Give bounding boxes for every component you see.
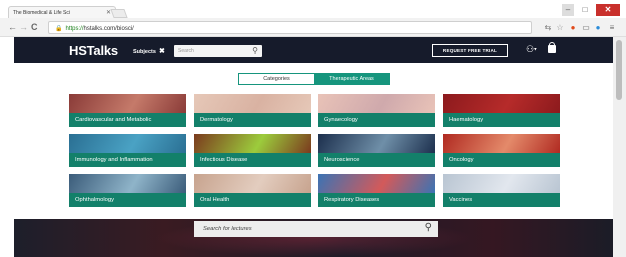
print-icon[interactable]: ▭ [581,23,591,33]
area-tile-gynaecology[interactable]: Gynaecology [318,94,435,127]
tab-strip: The Biomedical & Life Sci ✕ – □ ✕ [0,0,626,18]
vaccines-image [443,174,560,193]
back-arrow-icon[interactable]: ← [8,22,17,32]
search-icon[interactable]: ⚲ [425,222,432,233]
webpage: HSTalks Subjects ✖ Search ⚲ REQUEST FREE … [14,37,613,257]
area-label: Gynaecology [318,113,435,127]
translate-icon[interactable]: ⇆ [543,23,553,33]
haematology-image [443,94,560,113]
dermatology-image [194,94,311,113]
tab-title: The Biomedical & Life Sci [13,10,70,16]
header-search-input[interactable]: Search ⚲ [174,45,262,57]
immunology-image [69,134,186,153]
oral-health-image [194,174,311,193]
address-bar[interactable]: 🔒 https://hstalks.com/biosci/ [48,21,532,34]
opera-icon[interactable]: ● [568,23,578,33]
forward-arrow-icon[interactable]: → [19,22,28,32]
area-tile-haematology[interactable]: Haematology [443,94,560,127]
area-tile-ophthalmology[interactable]: Ophthalmology [69,174,186,207]
url-path: hstalks.com/biosci/ [83,26,134,32]
gynaecology-image [318,94,435,113]
skype-icon[interactable]: ● [593,23,603,33]
lecture-search-input[interactable]: Search for lectures ⚲ [194,221,438,237]
respiratory-image [318,174,435,193]
reload-icon[interactable]: C [31,22,38,32]
cardiovascular-image [69,94,186,113]
url-scheme: https:// [65,26,84,32]
area-label: Neuroscience [318,153,435,167]
maximize-button[interactable]: □ [578,4,592,16]
area-label: Haematology [443,113,560,127]
area-label: Respiratory Diseases [318,193,435,207]
header-search-placeholder: Search [178,48,194,54]
area-tile-cardiovascular[interactable]: Cardiovascular and Metabolic [69,94,186,127]
scrollbar-thumb[interactable] [616,40,622,100]
tab-therapeutic-areas[interactable]: Therapeutic Areas [314,74,389,84]
area-label: Immunology and Inflammation [69,153,186,167]
area-label: Infectious Disease [194,153,311,167]
browser-toolbar: ← → C 🔒 https://hstalks.com/biosci/ ⇆ ☆ ●… [0,18,626,37]
infectious-disease-image [194,134,311,153]
menu-icon[interactable]: ≡ [607,23,617,33]
subjects-label: Subjects [133,49,156,55]
area-tile-oncology[interactable]: Oncology [443,134,560,167]
area-label: Oral Health [194,193,311,207]
user-icon: ⚇ [526,44,535,54]
site-header: HSTalks Subjects ✖ Search ⚲ REQUEST FREE … [14,37,613,63]
star-icon[interactable]: ☆ [555,23,565,33]
area-tile-oral-health[interactable]: Oral Health [194,174,311,207]
area-tile-infectious-disease[interactable]: Infectious Disease [194,134,311,167]
hstalks-logo[interactable]: HSTalks [69,43,118,58]
area-tile-immunology[interactable]: Immunology and Inflammation [69,134,186,167]
area-label: Ophthalmology [69,193,186,207]
view-toggle: Categories Therapeutic Areas [238,73,390,85]
chevron-down-icon: ▾ [534,46,537,53]
minimize-button[interactable]: – [562,4,574,16]
area-tile-respiratory[interactable]: Respiratory Diseases [318,174,435,207]
neuroscience-image [318,134,435,153]
tab-categories[interactable]: Categories [239,74,314,84]
lock-icon: 🔒 [55,26,63,32]
area-label: Cardiovascular and Metabolic [69,113,186,127]
new-tab-button[interactable] [110,9,128,18]
subjects-menu[interactable]: Subjects ✖ [133,47,165,55]
ophthalmology-image [69,174,186,193]
basket-icon[interactable] [548,42,556,53]
browser-tab[interactable]: The Biomedical & Life Sci ✕ [8,6,116,18]
close-subjects-icon[interactable]: ✖ [159,48,165,55]
area-label: Oncology [443,153,560,167]
request-free-trial-button[interactable]: REQUEST FREE TRIAL [432,44,508,57]
area-tile-neuroscience[interactable]: Neuroscience [318,134,435,167]
oncology-image [443,134,560,153]
search-icon[interactable]: ⚲ [252,46,258,55]
user-menu[interactable]: ⚇▾ [526,44,537,55]
area-label: Dermatology [194,113,311,127]
lecture-search-placeholder: Search for lectures [203,226,252,232]
area-tile-dermatology[interactable]: Dermatology [194,94,311,127]
area-tile-vaccines[interactable]: Vaccines [443,174,560,207]
close-window-button[interactable]: ✕ [596,4,620,16]
area-label: Vaccines [443,193,560,207]
